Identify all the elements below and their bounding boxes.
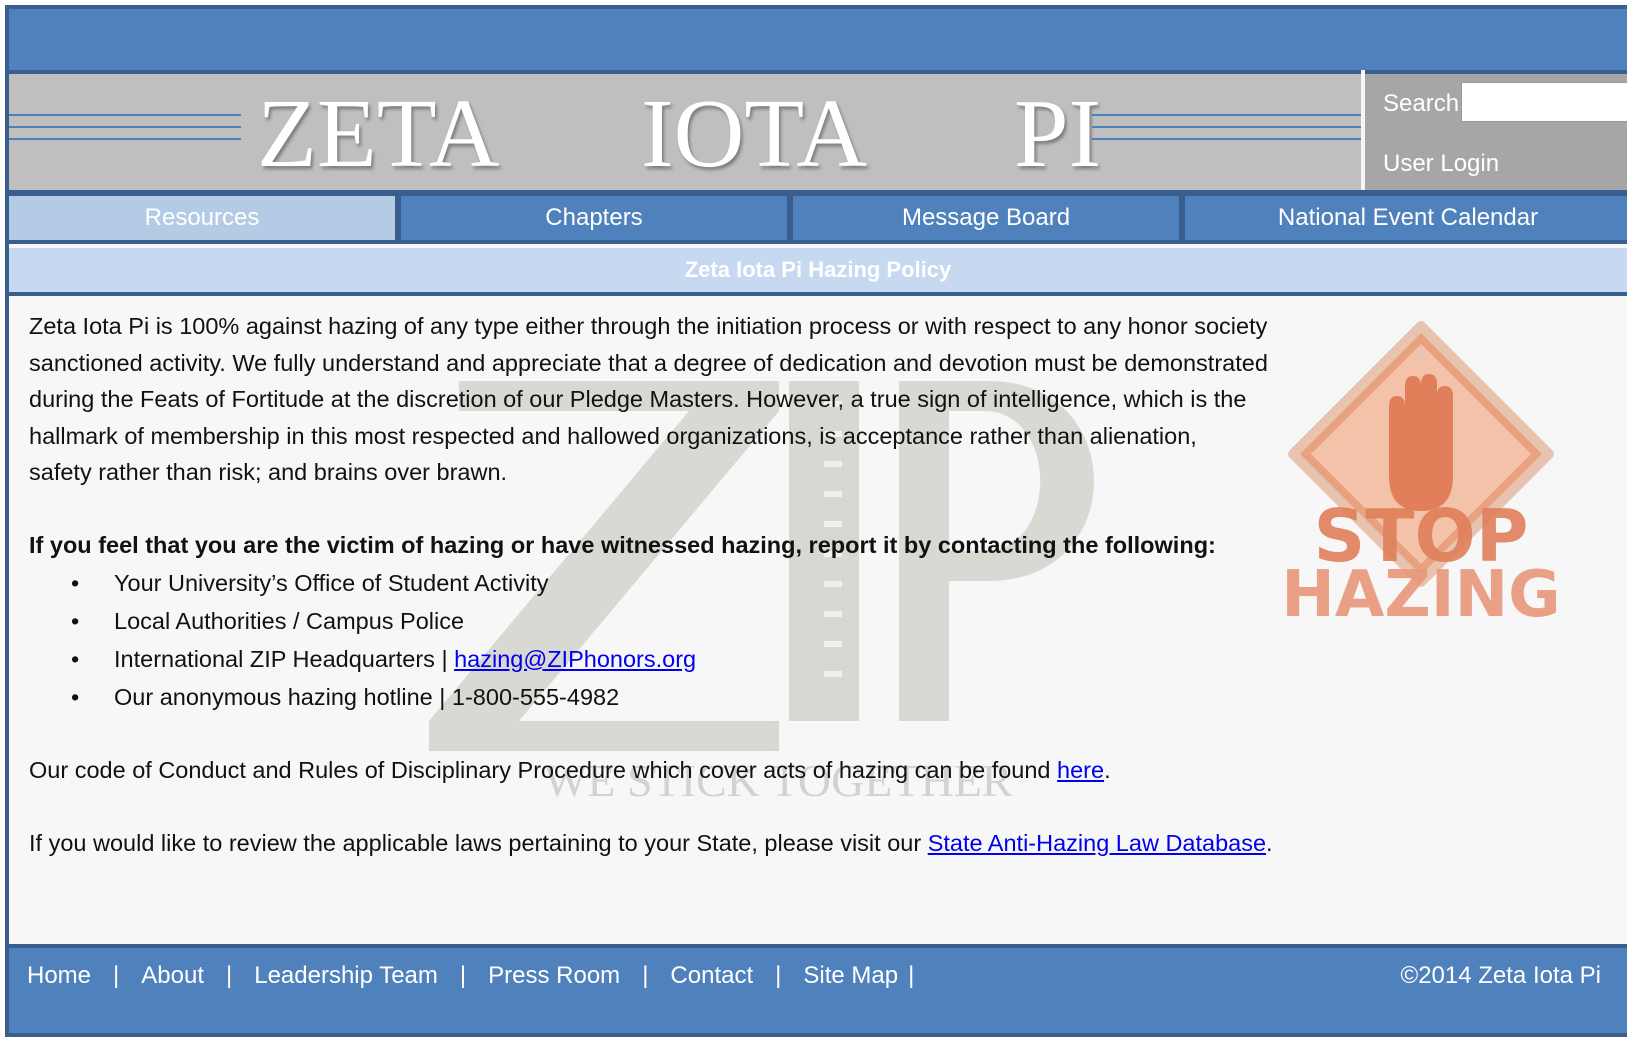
logo-word-pi: PI [1014, 80, 1102, 188]
footer-separator: | [459, 962, 467, 989]
footer-separator: | [908, 962, 915, 989]
conduct-text: Our code of Conduct and Rules of Discipl… [29, 757, 1058, 783]
search-input[interactable] [1461, 82, 1627, 122]
intro-line: safety rather than risk; and brains over… [29, 459, 508, 485]
section-title: Zeta Iota Pi Hazing Policy [9, 248, 1627, 296]
nav-tab-resources[interactable]: Resources [9, 196, 395, 240]
search-label: Search [1383, 90, 1460, 117]
contact-office-student-activity: Your University’s Office of Student Acti… [114, 569, 549, 596]
footer: Home | About | Leadership Team | Press Room | Co… [9, 944, 1627, 1033]
header-banner: ZETA IOTA PI [9, 70, 1361, 190]
logo-word-iota: IOTA [641, 80, 868, 188]
footer-links: Home | About | Leadership Team | Press Room | Co… [27, 962, 936, 990]
policy-text: Zeta Iota Pi is 100% against hazing of a… [29, 308, 1349, 862]
top-bar [9, 9, 1627, 70]
contact-headquarters-label: International ZIP Headquarters | [114, 645, 455, 672]
conduct-here-link[interactable]: here [1057, 757, 1104, 783]
conduct-paragraph: Our code of Conduct and Rules of Discipl… [29, 757, 1111, 783]
footer-link-leadership-team[interactable]: Leadership Team [254, 962, 438, 989]
main-content: WE STICK TOGETHER STOP HAZING Zeta Iota … [9, 296, 1627, 944]
nav-tab-message-board[interactable]: Message Board [793, 196, 1179, 240]
main-nav: Resources Chapters Message Board Nationa… [9, 190, 1627, 244]
intro-line: hallmark of membership in this most resp… [29, 422, 1197, 449]
copyright-text: ©2014 Zeta Iota Pi [1400, 962, 1601, 989]
footer-link-about[interactable]: About [141, 962, 204, 989]
footer-separator: | [775, 962, 782, 989]
footer-separator: | [113, 962, 120, 989]
footer-link-home[interactable]: Home [27, 962, 91, 989]
list-item: • International ZIP Headquarters | hazing… [71, 645, 697, 672]
header-decorative-lines-right [1092, 114, 1361, 154]
intro-line: Zeta Iota Pi is 100% against hazing of a… [29, 313, 1268, 339]
contact-campus-police: Local Authorities / Campus Police [114, 607, 465, 634]
footer-separator: | [642, 962, 649, 989]
report-contact-list: • Your University’s Office of Student Act… [29, 564, 1349, 716]
footer-link-press-room[interactable]: Press Room [488, 962, 620, 989]
laws-text: If you would like to review the applicab… [29, 830, 928, 856]
nav-tab-chapters[interactable]: Chapters [401, 196, 787, 240]
nav-tab-national-event-calendar[interactable]: National Event Calendar [1185, 196, 1627, 240]
laws-paragraph: If you would like to review the applicab… [29, 830, 1273, 856]
hazing-email-link[interactable]: hazing@ZIPhonors.org [454, 646, 696, 672]
page-frame: ZETA IOTA PI Search User Login Resources… [5, 5, 1627, 1037]
intro-line: during the Feats of Fortitude at the dis… [29, 386, 1247, 412]
list-item: • Our anonymous hazing hotline | 1-800-55… [71, 683, 620, 710]
footer-separator: | [225, 962, 233, 989]
contact-hotline: Our anonymous hazing hotline | 1-800-555… [114, 683, 620, 710]
list-item: • Local Authorities / Campus Police [71, 607, 465, 634]
footer-link-contact[interactable]: Contact [670, 962, 753, 989]
intro-line: sanctioned activity. We fully understand… [29, 349, 1268, 376]
footer-link-site-map[interactable]: Site Map [803, 962, 898, 989]
report-heading: If you feel that you are the victim of h… [29, 532, 1216, 558]
user-login-link[interactable]: User Login [1383, 150, 1499, 178]
list-item: • Your University’s Office of Student Act… [71, 569, 549, 596]
logo-word-zeta: ZETA [257, 80, 500, 188]
law-database-link[interactable]: State Anti-Hazing Law Database [928, 830, 1266, 856]
header-decorative-lines-left [9, 114, 241, 154]
header-side-panel: Search User Login [1365, 70, 1627, 190]
